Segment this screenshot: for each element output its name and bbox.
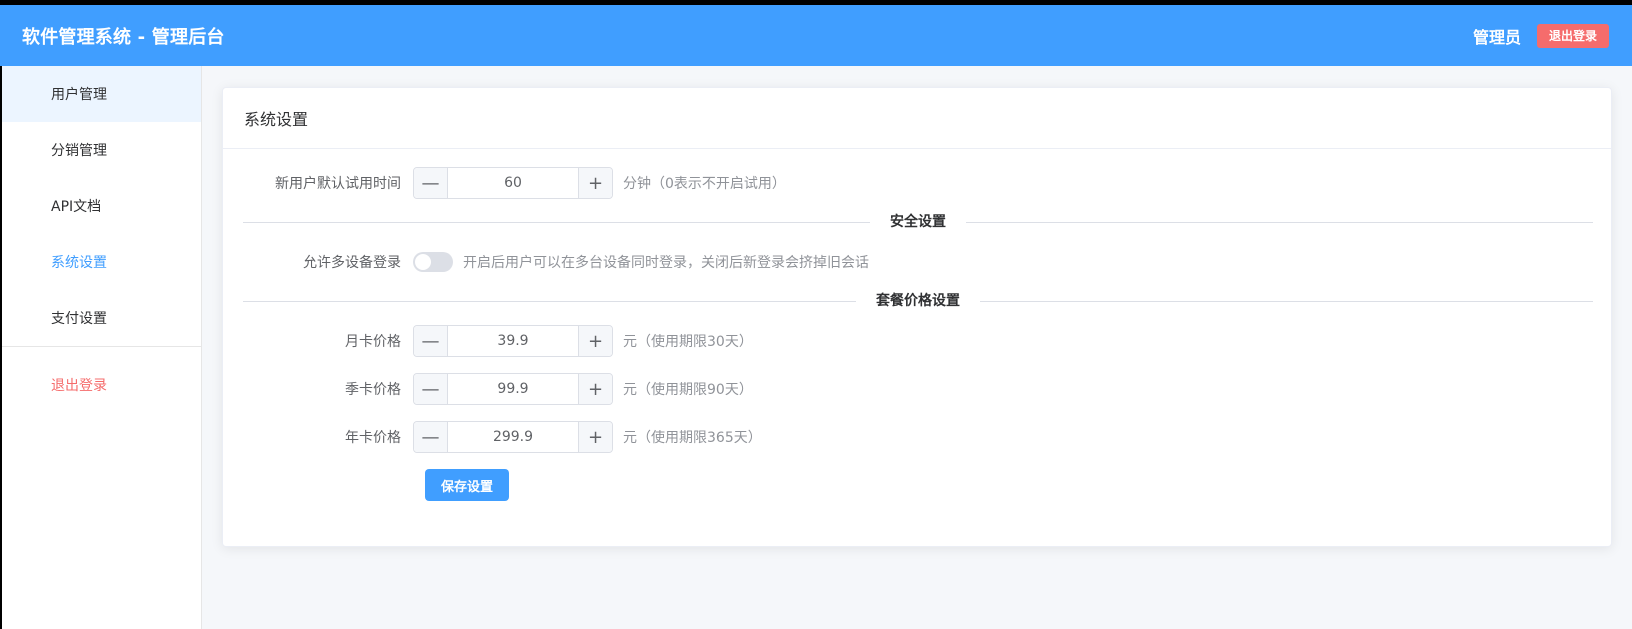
yearly-price-label: 年卡价格 [345,430,401,446]
sidebar-item-distribution[interactable]: 分销管理 [2,122,201,178]
quarterly-price-row: 季卡价格 — + 元（使用期限90天） [243,373,753,405]
multi-device-switch[interactable] [413,252,453,272]
quarterly-price-stepper: — + [413,373,613,405]
yearly-price-row: 年卡价格 — + 元（使用期限365天） [243,421,762,453]
trial-stepper: — + [413,167,613,199]
monthly-increase-button[interactable]: + [578,326,612,356]
pricing-divider: 套餐价格设置 [243,291,1593,311]
yearly-price-input[interactable] [448,422,578,452]
trial-increase-button[interactable]: + [578,168,612,198]
header-logout-button[interactable]: 退出登录 [1536,23,1609,48]
sidebar-item-users[interactable]: 用户管理 [2,66,201,122]
header-right: 管理员 退出登录 [1472,23,1609,48]
quarterly-price-label: 季卡价格 [345,382,401,398]
sidebar-item-payment-settings[interactable]: 支付设置 [2,290,201,346]
trial-decrease-button[interactable]: — [414,168,448,198]
sidebar: 用户管理 分销管理 API文档 系统设置 支付设置 退出登录 [0,66,202,629]
card-title: 系统设置 [223,88,1611,149]
quarterly-increase-button[interactable]: + [578,374,612,404]
settings-card: 系统设置 新用户默认试用时间 — + 分钟（0表示不开启试用） 安全设置 允许多… [222,87,1612,547]
monthly-price-stepper: — + [413,325,613,357]
quarterly-price-input[interactable] [448,374,578,404]
monthly-price-hint: 元（使用期限30天） [623,334,753,350]
monthly-price-row: 月卡价格 — + 元（使用期限30天） [243,325,753,357]
app-window: 软件管理系统 - 管理后台 管理员 退出登录 用户管理 分销管理 API文档 系… [0,5,1632,629]
trial-input[interactable] [448,168,578,198]
trial-hint: 分钟（0表示不开启试用） [623,176,786,192]
yearly-increase-button[interactable]: + [578,422,612,452]
security-divider: 安全设置 [243,212,1593,232]
pricing-divider-text: 套餐价格设置 [856,291,980,311]
multi-device-hint: 开启后用户可以在多台设备同时登录，关闭后新登录会挤掉旧会话 [463,255,869,271]
save-settings-button[interactable]: 保存设置 [425,469,510,501]
current-user: 管理员 [1472,27,1521,47]
sidebar-item-logout[interactable]: 退出登录 [2,357,201,413]
monthly-price-label: 月卡价格 [345,334,401,350]
yearly-decrease-button[interactable]: — [414,422,448,452]
sidebar-divider [2,346,201,347]
trial-row: 新用户默认试用时间 — + 分钟（0表示不开启试用） [243,167,786,199]
multi-device-label: 允许多设备登录 [303,255,401,271]
yearly-price-stepper: — + [413,421,613,453]
top-header: 软件管理系统 - 管理后台 管理员 退出登录 [0,5,1632,66]
yearly-price-hint: 元（使用期限365天） [623,430,762,446]
monthly-decrease-button[interactable]: — [414,326,448,356]
quarterly-price-hint: 元（使用期限90天） [623,382,753,398]
sidebar-item-api-docs[interactable]: API文档 [2,178,201,234]
app-title: 软件管理系统 - 管理后台 [22,26,225,48]
monthly-price-input[interactable] [448,326,578,356]
multi-device-row: 允许多设备登录 开启后用户可以在多台设备同时登录，关闭后新登录会挤掉旧会话 [243,246,869,278]
sidebar-item-system-settings[interactable]: 系统设置 [2,234,201,290]
security-divider-text: 安全设置 [870,212,966,232]
trial-label: 新用户默认试用时间 [275,176,401,192]
quarterly-decrease-button[interactable]: — [414,374,448,404]
